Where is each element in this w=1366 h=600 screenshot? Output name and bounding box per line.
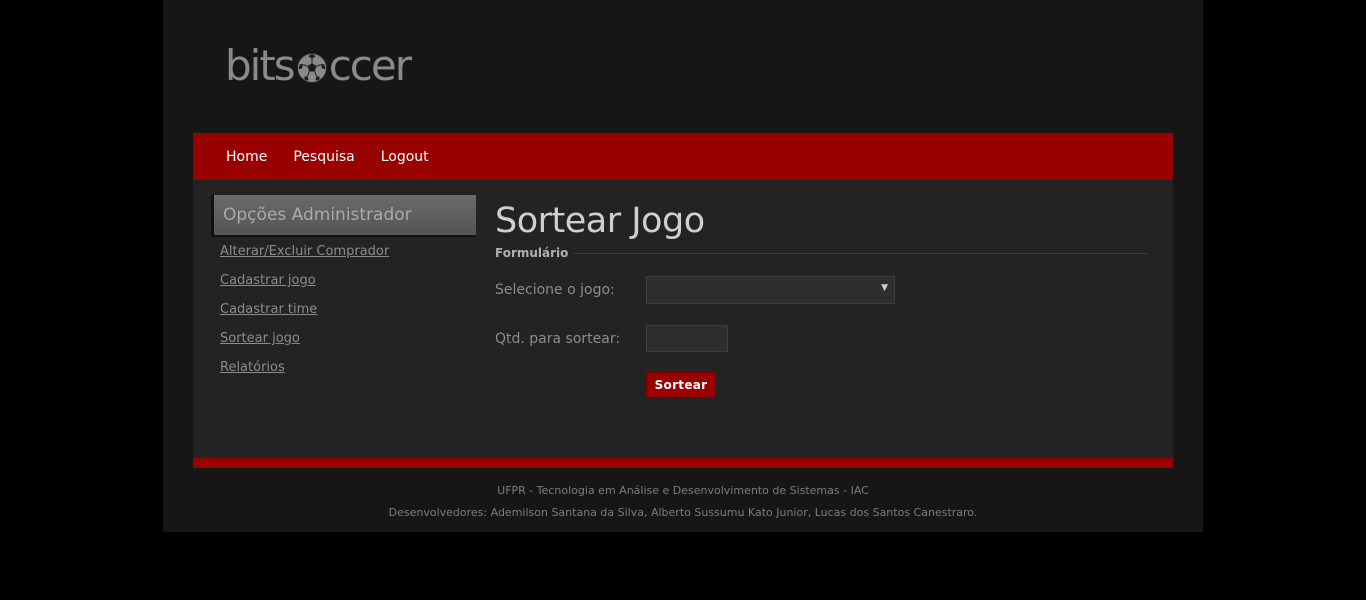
site-logo[interactable]: bits ccer xyxy=(225,40,412,92)
footer: UFPR - Tecnologia em Análise e Desenvolv… xyxy=(163,480,1203,524)
sidebar-item: Relatórios xyxy=(220,356,389,385)
footer-developers: Desenvolvedores: Ademilson Santana da Si… xyxy=(388,506,978,519)
logo-text-after: ccer xyxy=(328,41,412,90)
sidebar-link-cadastrar-time[interactable]: Cadastrar time xyxy=(220,302,317,317)
footer-institution: UFPR - Tecnologia em Análise e Desenvolv… xyxy=(497,484,869,497)
footer-divider-bar xyxy=(193,458,1173,468)
legend-divider xyxy=(574,252,1148,254)
form-legend: Formulário xyxy=(495,246,569,260)
nav-logout-link[interactable]: Logout xyxy=(381,149,429,165)
sidebar-item: Alterar/Excluir Comprador xyxy=(220,240,389,269)
main-navbar: Home Pesquisa Logout xyxy=(193,133,1173,180)
sidebar-link-relatorios[interactable]: Relatórios xyxy=(220,360,285,375)
qty-row: Qtd. para sortear: xyxy=(495,325,728,352)
soccer-ball-icon xyxy=(296,53,327,83)
nav-home-link[interactable]: Home xyxy=(226,149,267,165)
sidebar-title: Opções Administrador xyxy=(211,195,476,237)
sidebar-item: Sortear jogo xyxy=(220,327,389,356)
logo-text-before: bits xyxy=(225,41,296,90)
game-select-row: Selecione o jogo: ▼ xyxy=(495,276,895,304)
dropdown-arrow-icon: ▼ xyxy=(881,283,888,293)
qty-input[interactable] xyxy=(646,325,728,352)
main-panel: Sortear Jogo Formulário Selecione o jogo… xyxy=(495,198,1148,398)
sidebar-link-cadastrar-jogo[interactable]: Cadastrar jogo xyxy=(220,273,316,288)
sidebar-item: Cadastrar jogo xyxy=(220,269,389,298)
page-title: Sortear Jogo xyxy=(495,201,705,241)
sidebar-menu: Alterar/Excluir Comprador Cadastrar jogo… xyxy=(220,240,389,385)
content-area: Opções Administrador Alterar/Excluir Com… xyxy=(193,180,1173,458)
nav-pesquisa-link[interactable]: Pesquisa xyxy=(293,149,354,165)
form-legend-row: Formulário xyxy=(495,244,1148,262)
sidebar-link-sortear-jogo[interactable]: Sortear jogo xyxy=(220,331,300,346)
game-select-label: Selecione o jogo: xyxy=(495,282,615,298)
sidebar-link-alterar-excluir-comprador[interactable]: Alterar/Excluir Comprador xyxy=(220,244,389,259)
page-container: bits ccer Home Pesquisa Logout Opções Ad… xyxy=(163,0,1203,532)
sidebar-item: Cadastrar time xyxy=(220,298,389,327)
game-select[interactable]: ▼ xyxy=(646,276,895,304)
qty-label: Qtd. para sortear: xyxy=(495,330,621,347)
sortear-button[interactable]: Sortear xyxy=(646,372,716,398)
